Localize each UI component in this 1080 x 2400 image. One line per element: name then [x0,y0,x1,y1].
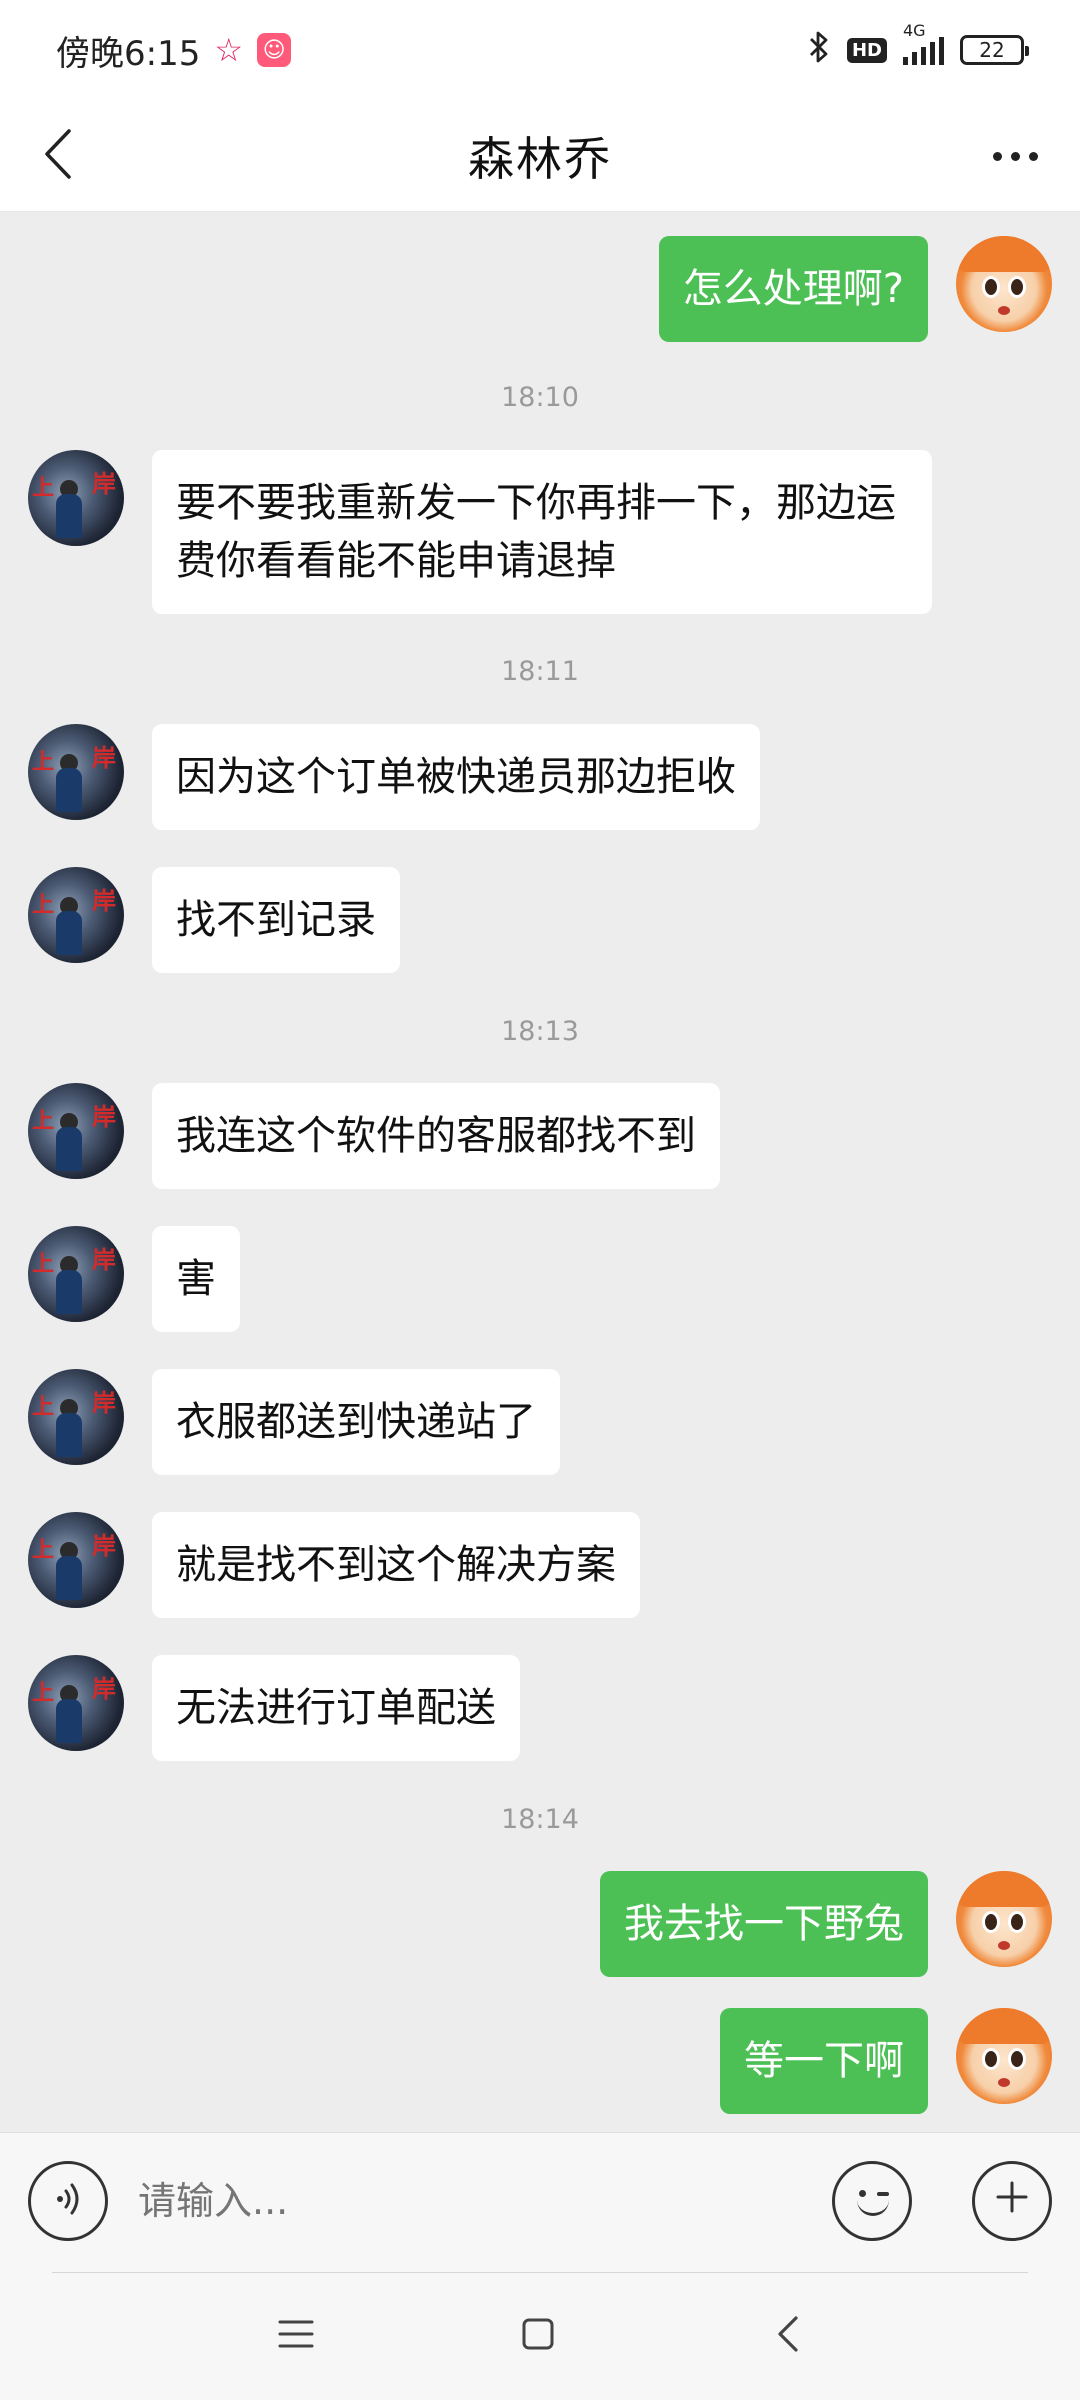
emoji-wink [877,2192,889,2196]
nav-home-button[interactable] [508,2306,568,2366]
message-bubble-sent[interactable]: 等一下啊 [720,2008,928,2114]
emoji-mouth [857,2198,889,2216]
bluetooth-icon [807,30,831,71]
status-right: HD 4G 22 [807,21,1029,71]
nav-divider [52,2272,1028,2273]
message-input[interactable] [120,2161,800,2241]
contact-avatar[interactable]: 上岸 [28,724,124,820]
menu-icon [278,2318,314,2354]
message-list[interactable]: 怎么处理啊? 18:10 上岸 要不要我重新发一下你再排一下，那边运费你看看能不… [0,212,1080,2132]
message-bubble-received[interactable]: 因为这个订单被快递员那边拒收 [152,724,760,830]
message-bubble-sent[interactable]: 我去找一下野兔 [600,1871,928,1977]
message-timestamp: 18:10 [501,382,579,413]
plus-button[interactable] [972,2161,1052,2241]
status-bar: 傍晚6:15 ☆ ☺ HD 4G 22 [0,0,1080,100]
contact-avatar[interactable]: 上岸 [28,450,124,546]
message-bubble-received[interactable]: 就是找不到这个解决方案 [152,1512,640,1618]
battery-icon: 22 [960,35,1029,65]
contact-avatar[interactable]: 上岸 [28,1083,124,1179]
back-button[interactable] [26,124,90,188]
chevron-left-icon [43,128,73,184]
message-bubble-sent[interactable]: 怎么处理啊? [658,236,928,342]
nav-back-button[interactable] [758,2306,818,2366]
message-bubble-received[interactable]: 找不到记录 [152,867,400,973]
contact-avatar[interactable]: 上岸 [28,1369,124,1465]
message-timestamp: 18:13 [501,1016,579,1047]
my-avatar[interactable] [956,236,1052,332]
contact-avatar[interactable]: 上岸 [28,1655,124,1751]
nav-menu-button[interactable] [266,2306,326,2366]
status-time: 傍晚6:15 [56,33,201,74]
input-bar [0,2132,1080,2272]
battery-level: 22 [979,38,1005,62]
network-label: 4G [903,21,926,40]
more-dot [1028,151,1038,161]
app-notification-icon: ☺ [257,33,292,67]
contact-avatar[interactable]: 上岸 [28,1512,124,1608]
plus-icon [992,2177,1032,2225]
star-icon: ☆ [214,31,244,69]
contact-avatar[interactable]: 上岸 [28,867,124,963]
signal-icon: 4G [903,21,944,65]
message-timestamp: 18:14 [501,1804,579,1835]
my-avatar[interactable] [956,1871,1052,1967]
my-avatar[interactable] [956,2008,1052,2104]
message-bubble-received[interactable]: 要不要我重新发一下你再排一下，那边运费你看看能不能申请退掉 [152,450,932,614]
contact-avatar[interactable]: 上岸 [28,1226,124,1322]
voice-icon [48,2179,88,2223]
status-left: 傍晚6:15 ☆ ☺ [56,26,292,75]
more-dot [1010,151,1020,161]
home-icon [521,2317,555,2355]
message-bubble-received[interactable]: 害 [152,1226,240,1332]
chat-screen: 傍晚6:15 ☆ ☺ HD 4G 22 森林乔 怎么处理啊? 18:10 上 岸… [0,0,1080,2400]
message-bubble-received[interactable]: 我连这个软件的客服都找不到 [152,1083,720,1189]
more-dots-icon [992,151,1002,161]
message-bubble-received[interactable]: 无法进行订单配送 [152,1655,520,1761]
back-icon [776,2315,800,2357]
emoji-icon [859,2190,866,2197]
more-button[interactable] [980,124,1050,188]
chat-title: 森林乔 [468,131,612,186]
chat-header: 森林乔 [0,100,1080,212]
hd-badge: HD [846,37,887,63]
message-bubble-received[interactable]: 衣服都送到快递站了 [152,1369,560,1475]
voice-button[interactable] [28,2161,108,2241]
emoji-button[interactable] [832,2161,912,2241]
message-timestamp: 18:11 [501,656,579,687]
system-nav-bar [0,2272,1080,2400]
